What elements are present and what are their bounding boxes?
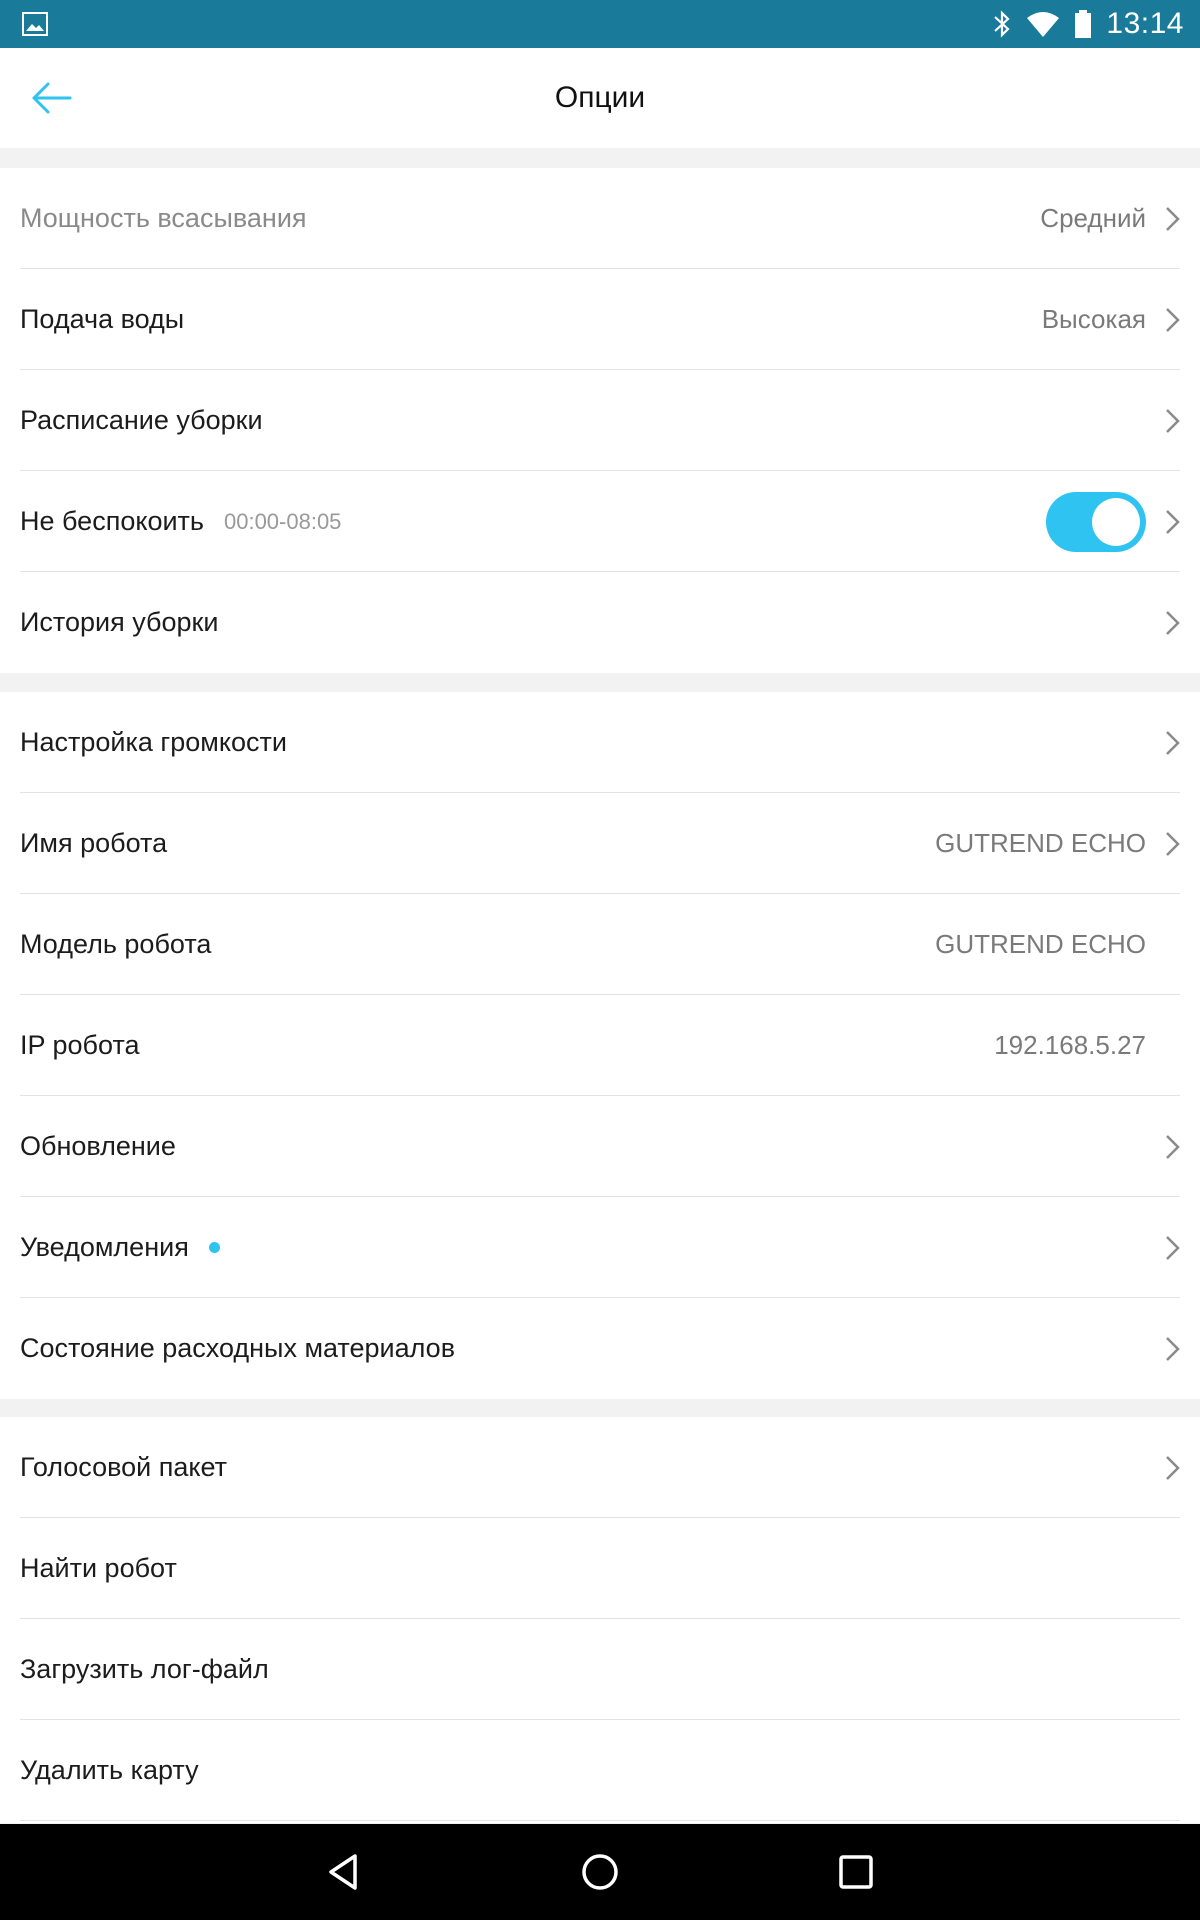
settings-section-cleaning: Мощность всасывания Средний Подача воды …	[0, 168, 1200, 673]
dnd-toggle[interactable]	[1046, 491, 1146, 552]
chevron-right-icon	[1166, 610, 1180, 635]
chevron-right-icon	[1166, 1455, 1180, 1480]
row-label: Модель робота	[20, 929, 212, 959]
row-label: История уборки	[20, 607, 219, 637]
row-suction-power[interactable]: Мощность всасывания Средний	[0, 168, 1200, 269]
bluetooth-icon	[994, 10, 1011, 38]
row-label: Подача воды	[20, 304, 185, 334]
chevron-right-icon	[1166, 509, 1180, 534]
unread-dot-icon	[208, 1242, 220, 1253]
system-nav-bar	[0, 1824, 1200, 1920]
chevron-right-icon	[1166, 307, 1180, 332]
row-cleaning-history[interactable]: История уборки	[0, 572, 1200, 673]
row-label: Расписание уборки	[20, 405, 263, 435]
row-voice-pack[interactable]: Голосовой пакет	[0, 1417, 1200, 1518]
dnd-time-range: 00:00-08:05	[223, 508, 342, 534]
row-label: Голосовой пакет	[20, 1452, 228, 1482]
row-value: GUTREND ECHO	[935, 828, 1146, 858]
row-value: 192.168.5.27	[994, 1030, 1146, 1060]
row-notifications[interactable]: Уведомления	[0, 1197, 1200, 1298]
recents-square-icon	[839, 1855, 873, 1889]
status-time: 13:14	[1106, 7, 1184, 40]
row-label: Настройка громкости	[20, 727, 287, 757]
chevron-right-icon	[1166, 831, 1180, 856]
home-circle-icon	[582, 1854, 618, 1890]
row-label: Найти робот	[20, 1553, 177, 1583]
row-label: Загрузить лог-файл	[20, 1654, 269, 1684]
chevron-right-icon	[1166, 730, 1180, 755]
chevron-right-icon	[1166, 1336, 1180, 1361]
row-delete-map[interactable]: Удалить карту	[0, 1720, 1200, 1821]
row-label: Не беспокоить	[20, 506, 204, 536]
chevron-right-icon	[1166, 1235, 1180, 1260]
chevron-right-icon	[1166, 206, 1180, 231]
row-robot-ip: IP робота 192.168.5.27	[0, 995, 1200, 1096]
row-label: Уведомления	[20, 1232, 189, 1262]
wifi-icon	[1027, 12, 1060, 37]
row-volume-settings[interactable]: Настройка громкости	[0, 692, 1200, 793]
row-label: IP робота	[20, 1030, 140, 1060]
row-robot-model: Модель робота GUTREND ECHO	[0, 894, 1200, 995]
row-cleaning-schedule[interactable]: Расписание уборки	[0, 370, 1200, 471]
row-update[interactable]: Обновление	[0, 1096, 1200, 1197]
row-label: Состояние расходных материалов	[20, 1333, 456, 1363]
row-find-robot[interactable]: Найти робот	[0, 1518, 1200, 1619]
row-value: GUTREND ECHO	[935, 929, 1146, 959]
chevron-right-icon	[1166, 408, 1180, 433]
gallery-icon	[22, 12, 48, 36]
app-bar: Опции	[0, 48, 1200, 148]
settings-section-robot: Настройка громкости Имя робота GUTREND E…	[0, 692, 1200, 1399]
row-water-supply[interactable]: Подача воды Высокая	[0, 269, 1200, 370]
back-triangle-icon	[329, 1854, 357, 1890]
row-label: Обновление	[20, 1131, 176, 1161]
row-consumables-status[interactable]: Состояние расходных материалов	[0, 1298, 1200, 1399]
row-label: Имя робота	[20, 828, 168, 858]
settings-section-other: Голосовой пакет Найти робот Загрузить ло…	[0, 1417, 1200, 1823]
toggle-knob	[1092, 497, 1140, 546]
page-title: Опции	[554, 81, 646, 114]
nav-home-button[interactable]	[540, 1824, 660, 1920]
battery-icon	[1075, 10, 1092, 38]
nav-recents-button[interactable]	[796, 1824, 916, 1920]
status-bar: 13:14	[0, 0, 1200, 48]
row-label: Удалить карту	[20, 1755, 199, 1785]
nav-back-button[interactable]	[283, 1824, 403, 1920]
row-upload-log[interactable]: Загрузить лог-файл	[0, 1619, 1200, 1720]
row-value: Высокая	[1041, 304, 1146, 334]
row-do-not-disturb[interactable]: Не беспокоить 00:00-08:05	[0, 471, 1200, 572]
row-value: Средний	[1040, 203, 1146, 233]
row-label: Мощность всасывания	[20, 203, 307, 233]
row-robot-name[interactable]: Имя робота GUTREND ECHO	[0, 793, 1200, 894]
chevron-right-icon	[1166, 1134, 1180, 1159]
